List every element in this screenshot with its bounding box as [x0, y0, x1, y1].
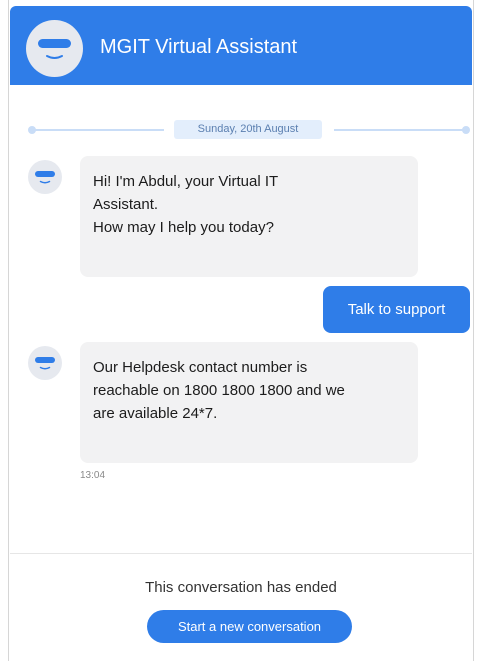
conversation-ended-text: This conversation has ended [145, 579, 337, 596]
message-line: Our Helpdesk contact number is [93, 359, 308, 376]
bot-avatar-icon [28, 346, 62, 380]
date-separator: Sunday, 20th August [28, 120, 472, 140]
date-label: Sunday, 20th August [174, 120, 322, 139]
footer-divider [10, 553, 472, 554]
bot-message-bubble: Our Helpdesk contact number is reachable… [80, 342, 418, 463]
left-border [8, 0, 9, 661]
message-line: reachable on 1800 1800 1800 and we [93, 382, 345, 399]
bot-face-icon [26, 20, 83, 77]
message-line: How may I help you today? [93, 219, 274, 236]
message-line: Assistant. [93, 196, 159, 213]
assistant-title: MGIT Virtual Assistant [100, 36, 298, 58]
separator-line [34, 129, 164, 131]
separator-line [334, 129, 464, 131]
separator-dot [462, 126, 470, 134]
message-timestamp: 13:04 [80, 470, 106, 481]
message-line: are available 24*7. [93, 405, 218, 422]
right-border [473, 0, 474, 661]
start-new-conversation-button[interactable]: Start a new conversation [147, 610, 352, 643]
message-line: Hi! I'm Abdul, your Virtual IT [93, 173, 279, 190]
user-message-bubble: Talk to support [323, 286, 470, 333]
chat-window: MGIT Virtual Assistant Sunday, 20th Augu… [0, 0, 481, 661]
chat-header: MGIT Virtual Assistant [10, 6, 472, 85]
bot-message-bubble: Hi! I'm Abdul, your Virtual IT Assistant… [80, 156, 418, 277]
bot-avatar-icon [28, 160, 62, 194]
